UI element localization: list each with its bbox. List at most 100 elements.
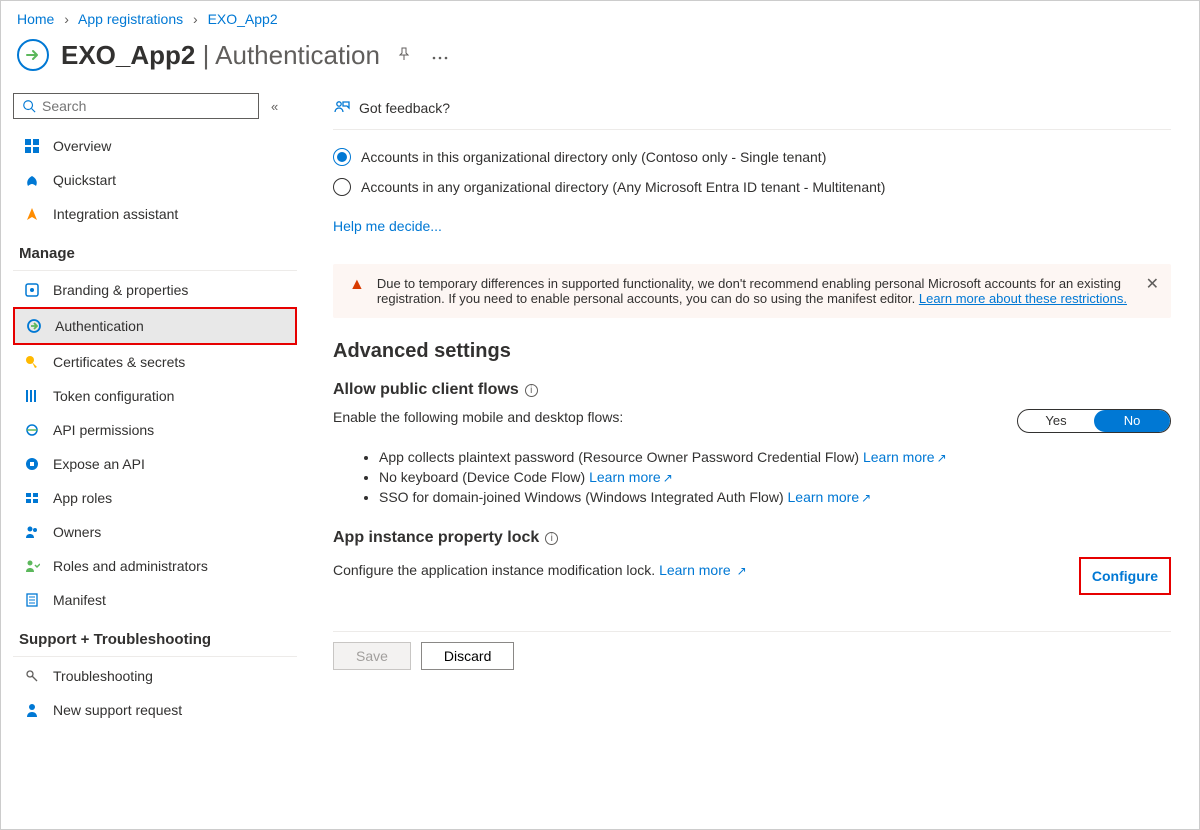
quickstart-icon <box>23 171 41 189</box>
radio-icon <box>333 178 351 196</box>
main-content: Got feedback? Accounts in this organizat… <box>301 89 1199 829</box>
breadcrumb-sep: › <box>193 11 198 27</box>
breadcrumb-appregs[interactable]: App registrations <box>78 11 183 27</box>
sidebar-item-label: Certificates & secrets <box>53 354 185 370</box>
warning-icon: ▲ <box>349 276 365 306</box>
sidebar-section-manage: Manage <box>13 231 297 271</box>
owners-icon <box>23 523 41 541</box>
radio-multitenant[interactable]: Accounts in any organizational directory… <box>333 172 1171 202</box>
sidebar-item-label: Branding & properties <box>53 282 188 298</box>
sidebar-item-troubleshoot[interactable]: Troubleshooting <box>13 659 297 693</box>
external-link-icon: ↗ <box>937 451 947 465</box>
external-link-icon: ↗ <box>861 491 871 505</box>
public-flows-toggle[interactable]: Yes No <box>1017 409 1171 433</box>
sidebar-section-support: Support + Troubleshooting <box>13 617 297 657</box>
sidebar-item-label: Token configuration <box>53 388 174 404</box>
sidebar-item-expose[interactable]: Expose an API <box>13 447 297 481</box>
info-icon[interactable]: i <box>525 384 538 397</box>
overview-icon <box>23 137 41 155</box>
sidebar-item-label: Roles and administrators <box>53 558 208 574</box>
lock-desc: Configure the application instance modif… <box>333 562 747 578</box>
info-icon[interactable]: i <box>545 532 558 545</box>
sidebar-item-roles[interactable]: Roles and administrators <box>13 549 297 583</box>
support-icon <box>23 701 41 719</box>
sidebar-item-quickstart[interactable]: Quickstart <box>13 163 297 197</box>
flow-learn-more-link[interactable]: Learn more↗ <box>863 449 947 465</box>
lock-heading: App instance property lock i <box>333 529 1171 547</box>
collapse-sidebar-icon[interactable]: « <box>271 99 278 114</box>
help-me-decide-link[interactable]: Help me decide... <box>333 218 442 234</box>
token-icon <box>23 387 41 405</box>
external-link-icon: ↗ <box>737 564 747 578</box>
pin-icon[interactable] <box>392 42 416 69</box>
sidebar-item-label: New support request <box>53 702 182 718</box>
configure-button[interactable]: Configure <box>1082 560 1168 592</box>
page-title: EXO_App2 | Authentication <box>61 40 380 71</box>
warning-banner: ▲ Due to temporary differences in suppor… <box>333 264 1171 318</box>
integration-icon <box>23 205 41 223</box>
radio-label: Accounts in this organizational director… <box>361 149 826 165</box>
breadcrumb-home[interactable]: Home <box>17 11 54 27</box>
more-icon[interactable] <box>428 43 452 67</box>
radio-icon <box>333 148 351 166</box>
sidebar-item-label: Expose an API <box>53 456 145 472</box>
auth-icon <box>25 317 43 335</box>
sidebar-item-manifest[interactable]: Manifest <box>13 583 297 617</box>
flow-item: App collects plaintext password (Resourc… <box>379 447 1171 467</box>
sidebar-item-branding[interactable]: Branding & properties <box>13 273 297 307</box>
toggle-no: No <box>1094 410 1170 432</box>
save-button[interactable]: Save <box>333 642 411 670</box>
branding-icon <box>23 281 41 299</box>
flow-item: SSO for domain-joined Windows (Windows I… <box>379 487 1171 507</box>
approles-icon <box>23 489 41 507</box>
certs-icon <box>23 353 41 371</box>
breadcrumb: Home › App registrations › EXO_App2 <box>1 1 1199 31</box>
flow-learn-more-link[interactable]: Learn more↗ <box>788 489 872 505</box>
flow-learn-more-link[interactable]: Learn more↗ <box>589 469 673 485</box>
search-field[interactable] <box>42 98 250 114</box>
sidebar-item-label: App roles <box>53 490 112 506</box>
radio-label: Accounts in any organizational directory… <box>361 179 885 195</box>
roles-icon <box>23 557 41 575</box>
feedback-button[interactable]: Got feedback? <box>333 89 1171 130</box>
sidebar-item-auth[interactable]: Authentication <box>13 307 297 345</box>
breadcrumb-sep: › <box>64 11 69 27</box>
close-icon[interactable]: ✕ <box>1146 274 1159 294</box>
sidebar-item-overview[interactable]: Overview <box>13 129 297 163</box>
lock-learn-more-link[interactable]: Learn more ↗ <box>659 562 747 578</box>
expose-icon <box>23 455 41 473</box>
external-link-icon: ↗ <box>663 471 673 485</box>
breadcrumb-current[interactable]: EXO_App2 <box>208 11 278 27</box>
sidebar-item-label: Owners <box>53 524 101 540</box>
flow-item: No keyboard (Device Code Flow) Learn mor… <box>379 467 1171 487</box>
page-header: EXO_App2 | Authentication <box>1 31 1199 89</box>
warning-learn-more-link[interactable]: Learn more about these restrictions. <box>919 291 1127 306</box>
sidebar-item-support[interactable]: New support request <box>13 693 297 727</box>
feedback-label: Got feedback? <box>359 100 450 116</box>
public-flows-desc: Enable the following mobile and desktop … <box>333 409 623 425</box>
sidebar-item-approles[interactable]: App roles <box>13 481 297 515</box>
toggle-yes: Yes <box>1018 410 1094 432</box>
sidebar: « Overview Quickstart Integration assistan… <box>1 89 301 829</box>
public-flows-heading: Allow public client flows i <box>333 381 1171 399</box>
sidebar-item-integration[interactable]: Integration assistant <box>13 197 297 231</box>
sidebar-item-apiperms[interactable]: API permissions <box>13 413 297 447</box>
sidebar-item-label: Manifest <box>53 592 106 608</box>
discard-button[interactable]: Discard <box>421 642 514 670</box>
search-input[interactable] <box>13 93 259 119</box>
app-logo-icon <box>17 39 49 71</box>
sidebar-item-label: Integration assistant <box>53 206 178 222</box>
sidebar-item-label: API permissions <box>53 422 154 438</box>
sidebar-item-label: Troubleshooting <box>53 668 153 684</box>
sidebar-item-label: Quickstart <box>53 172 116 188</box>
troubleshoot-icon <box>23 667 41 685</box>
sidebar-item-certs[interactable]: Certificates & secrets <box>13 345 297 379</box>
apiperms-icon <box>23 421 41 439</box>
manifest-icon <box>23 591 41 609</box>
advanced-settings-heading: Advanced settings <box>333 340 1171 363</box>
sidebar-item-label: Overview <box>53 138 111 154</box>
sidebar-item-owners[interactable]: Owners <box>13 515 297 549</box>
radio-single-tenant[interactable]: Accounts in this organizational director… <box>333 142 1171 172</box>
sidebar-item-label: Authentication <box>55 318 144 334</box>
sidebar-item-token[interactable]: Token configuration <box>13 379 297 413</box>
